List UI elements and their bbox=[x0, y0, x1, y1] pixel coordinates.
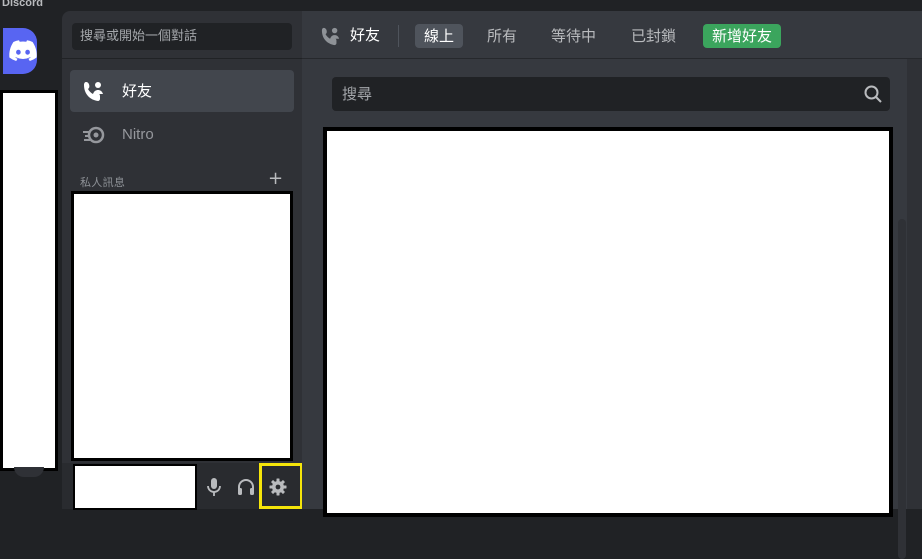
server-rail bbox=[0, 11, 62, 509]
nav-item-nitro[interactable]: Nitro bbox=[70, 114, 294, 156]
home-button[interactable] bbox=[3, 28, 37, 74]
friends-search-placeholder: 搜尋 bbox=[342, 85, 373, 103]
server-list-redacted bbox=[0, 90, 58, 471]
friends-list-area: 搜尋 bbox=[302, 59, 907, 559]
active-now-column bbox=[907, 59, 922, 509]
tab-online[interactable]: 線上 bbox=[415, 24, 464, 48]
friends-icon bbox=[84, 82, 103, 101]
conversation-search-button[interactable]: 搜尋或開始一個對話 bbox=[72, 23, 292, 50]
nav-label-friends: 好友 bbox=[122, 82, 153, 100]
title-bar: Discord bbox=[0, 0, 922, 11]
add-friend-button[interactable]: 新增好友 bbox=[703, 24, 782, 48]
dm-sidebar: 搜尋或開始一個對話 好友 Nitro 私人訊息 + bbox=[62, 11, 303, 510]
nitro-icon bbox=[83, 126, 105, 144]
settings-highlight-box bbox=[259, 463, 303, 509]
nav-label-nitro: Nitro bbox=[122, 126, 154, 143]
app-title: Discord bbox=[2, 0, 43, 9]
search-icon bbox=[864, 85, 882, 103]
user-info-redacted bbox=[73, 464, 197, 510]
mute-button[interactable] bbox=[199, 471, 229, 503]
create-dm-button[interactable]: + bbox=[268, 170, 283, 188]
sidebar-search-container: 搜尋或開始一個對話 bbox=[62, 11, 302, 59]
friends-icon bbox=[321, 27, 340, 46]
tab-blocked[interactable]: 已封鎖 bbox=[622, 24, 685, 48]
direct-messages-header: 私人訊息 bbox=[80, 176, 126, 189]
topbar-divider bbox=[398, 25, 399, 47]
microphone-icon bbox=[207, 478, 221, 496]
server-item-partial[interactable] bbox=[14, 467, 44, 477]
scrollbar[interactable] bbox=[898, 219, 906, 559]
friends-search-input[interactable]: 搜尋 bbox=[332, 77, 890, 111]
tab-all[interactable]: 所有 bbox=[478, 24, 526, 48]
nav-item-friends[interactable]: 好友 bbox=[70, 70, 294, 112]
tab-pending[interactable]: 等待中 bbox=[542, 24, 605, 48]
friends-list-redacted bbox=[323, 127, 893, 517]
page-title: 好友 bbox=[350, 26, 381, 44]
user-panel bbox=[62, 463, 303, 510]
deafen-button[interactable] bbox=[231, 471, 261, 503]
friends-topbar: 好友 線上 所有 等待中 已封鎖 新增好友 bbox=[302, 11, 922, 59]
dm-list-redacted bbox=[71, 191, 293, 461]
discord-logo-icon bbox=[9, 40, 37, 61]
friends-main: 好友 線上 所有 等待中 已封鎖 新增好友 搜尋 bbox=[302, 11, 922, 559]
headphones-icon bbox=[238, 479, 254, 495]
